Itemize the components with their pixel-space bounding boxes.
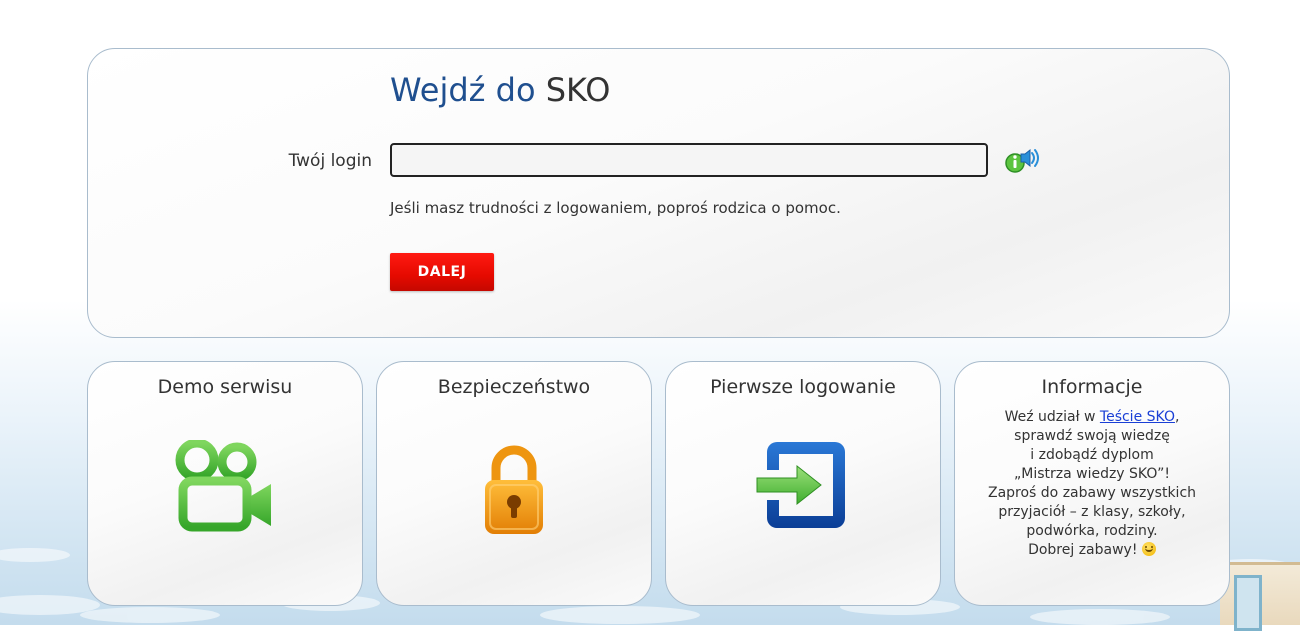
- page-title: Wejdź do SKO: [390, 71, 610, 109]
- info-line-5: Zaproś do zabawy wszystkich: [987, 485, 1197, 501]
- info-line-3: i zdobądź dyplom: [1030, 447, 1154, 463]
- title-brand: SKO: [545, 71, 611, 109]
- smiley-icon: [1141, 542, 1156, 556]
- info-line-8: Dobrej zabawy!: [955, 541, 1229, 560]
- info-line-6: przyjaciół – z klasy, szkoły,: [998, 504, 1186, 520]
- title-prefix: Wejdź do: [390, 71, 536, 109]
- tile-security-title: Bezpieczeństwo: [437, 376, 591, 398]
- enter-arrow-icon: [756, 442, 845, 528]
- info-line-1-suffix: ,: [1174, 409, 1180, 425]
- info-line-8-text: Dobrej zabawy!: [1028, 542, 1138, 558]
- tile-information: Informacje Weź udział w Teście SKO, spra…: [954, 361, 1230, 606]
- info-line-4: „Mistrza wiedzy SKO”!: [1013, 466, 1170, 482]
- tile-information-title: Informacje: [1041, 376, 1143, 398]
- background-house: [1220, 562, 1300, 631]
- info-line-7: podwórka, rodziny.: [1026, 523, 1158, 539]
- tile-first-login-title: Pierwsze logowanie: [710, 376, 896, 398]
- padlock-icon: [485, 445, 543, 534]
- test-sko-link[interactable]: Teście SKO: [1100, 409, 1175, 425]
- login-input[interactable]: [390, 143, 988, 177]
- tile-security[interactable]: Bezpieczeństwo: [376, 361, 652, 606]
- info-speaker-icon[interactable]: [1004, 147, 1040, 175]
- login-label: Twój login: [288, 151, 372, 171]
- info-line-1-prefix: Weź udział w: [1004, 409, 1100, 425]
- login-panel: Wejdź do SKO Twój login Jeśli masz trudn…: [87, 48, 1230, 338]
- info-line-2: sprawdź swoją wiedzę: [1014, 428, 1170, 444]
- information-text: Weź udział w Teście SKO, sprawdź swoją w…: [955, 408, 1229, 560]
- tile-demo-title: Demo serwisu: [157, 376, 293, 398]
- help-text: Jeśli masz trudności z logowaniem, popro…: [390, 199, 841, 217]
- video-camera-icon: [175, 440, 271, 532]
- info-line-1: Weź udział w Teście SKO,: [955, 408, 1229, 427]
- next-button[interactable]: DALEJ: [390, 253, 494, 291]
- tile-demo[interactable]: Demo serwisu: [87, 361, 363, 606]
- tile-first-login[interactable]: Pierwsze logowanie: [665, 361, 941, 606]
